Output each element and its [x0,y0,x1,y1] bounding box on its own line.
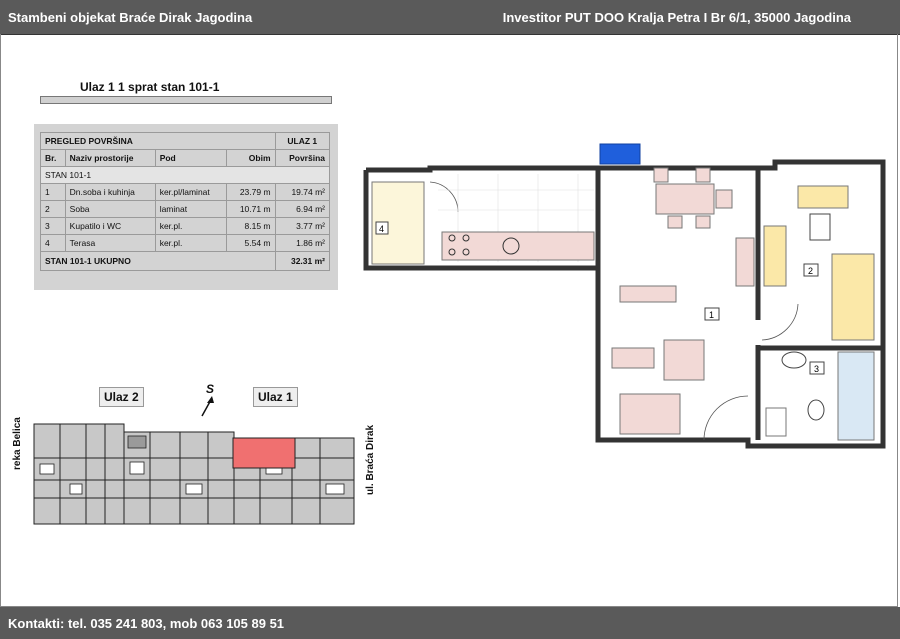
row-floor: ker.pl. [154,234,228,252]
entrance-2-label: Ulaz 2 [99,387,144,407]
area-summary-panel: PREGLED POVRŠINA ULAZ 1 Br. Naziv prosto… [34,124,338,290]
row-name: Terasa [64,234,156,252]
col-header-perimeter: Obim [226,149,276,167]
row-perimeter: 23.79 m [226,183,276,201]
row-perimeter: 5.54 m [226,234,276,252]
table-row: 1 Dn.soba i kuhinja ker.pl/laminat 23.79… [40,183,331,201]
bottom-bar: Kontakti: tel. 035 241 803, mob 063 105 … [0,607,900,639]
area-table: PREGLED POVRŠINA ULAZ 1 Br. Naziv prosto… [40,132,331,271]
site-plan [33,423,355,525]
table-entrance: ULAZ 1 [274,132,331,150]
room-label-1: 1 [709,310,714,320]
window-marker [599,143,641,165]
entrance-1-label: Ulaz 1 [253,387,298,407]
floor-plan: 4 1 2 3 [363,143,886,449]
table-row: 4 Terasa ker.pl. 5.54 m 1.86 m² [40,234,331,252]
title-underline [40,96,332,104]
total-area: 32.31 m² [274,251,331,271]
col-header-floor: Pod [154,149,228,167]
street-left-label: reka Belica [12,417,23,470]
row-perimeter: 8.15 m [226,217,276,235]
room-label-2: 2 [808,266,813,276]
row-floor: ker.pl. [154,217,228,235]
row-no: 1 [40,183,66,201]
row-floor: ker.pl/laminat [154,183,228,201]
top-bar: Stambeni objekat Braće Dirak Jagodina In… [0,0,900,35]
row-name: Soba [64,200,156,218]
table-section: STAN 101-1 [40,166,330,184]
row-floor: laminat [154,200,228,218]
col-header-no: Br. [40,149,66,167]
highlighted-unit [232,437,296,469]
row-no: 2 [40,200,66,218]
row-area: 1.86 m² [274,234,331,252]
row-perimeter: 10.71 m [226,200,276,218]
table-row: 2 Soba laminat 10.71 m 6.94 m² [40,200,331,218]
row-no: 3 [40,217,66,235]
project-title: Stambeni objekat Braće Dirak Jagodina [8,10,253,25]
room-label-3: 3 [814,364,819,374]
table-title: PREGLED POVRŠINA [40,132,276,150]
table-total-row: STAN 101-1 UKUPNO 32.31 m² [40,251,331,271]
investor-info: Investitor PUT DOO Kralja Petra I Br 6/1… [502,10,851,25]
col-header-area: Površina [274,149,331,167]
row-area: 6.94 m² [274,200,331,218]
col-header-name: Naziv prostorije [64,149,156,167]
total-label: STAN 101-1 UKUPNO [40,251,276,271]
row-area: 3.77 m² [274,217,331,235]
unit-title: Ulaz 1 1 sprat stan 101-1 [80,80,220,94]
contact-info: Kontakti: tel. 035 241 803, mob 063 105 … [8,616,285,631]
north-arrow-icon [201,396,214,417]
room-label-4: 4 [379,224,384,234]
row-name: Kupatilo i WC [64,217,156,235]
row-area: 19.74 m² [274,183,331,201]
table-row: 3 Kupatilo i WC ker.pl. 8.15 m 3.77 m² [40,217,331,235]
row-no: 4 [40,234,66,252]
row-name: Dn.soba i kuhinja [64,183,156,201]
